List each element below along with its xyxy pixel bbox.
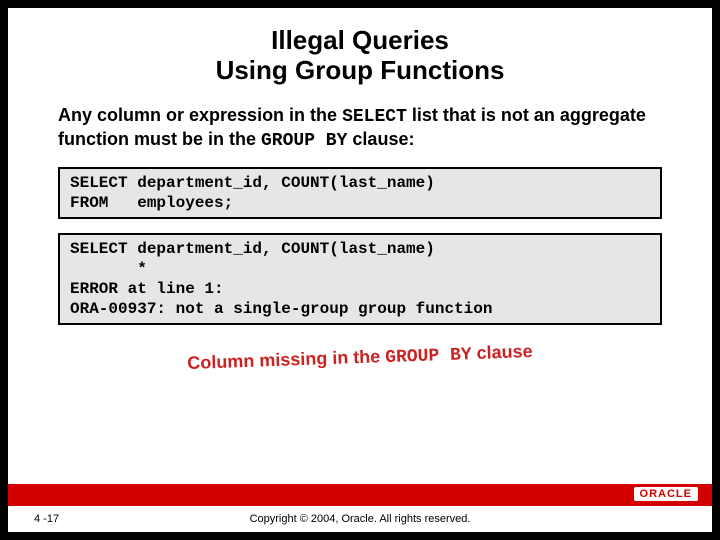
slide: Illegal Queries Using Group Functions An… — [8, 8, 712, 532]
annotation-text: Column missing in the GROUP BY clause — [58, 336, 662, 379]
annotation-pre: Column missing in the — [187, 346, 386, 373]
intro-post: clause: — [347, 129, 414, 149]
intro-text: Any column or expression in the SELECT l… — [58, 104, 662, 153]
slide-title: Illegal Queries Using Group Functions — [8, 8, 712, 86]
oracle-logo: ORACLE — [634, 487, 698, 501]
footer-bar: ORACLE — [8, 484, 712, 506]
code-box-error: SELECT department_id, COUNT(last_name) *… — [58, 233, 662, 325]
code-box-query: SELECT department_id, COUNT(last_name) F… — [58, 167, 662, 219]
keyword-group-by: GROUP BY — [261, 131, 347, 151]
footer-row: 4 -17 Copyright © 2004, Oracle. All righ… — [8, 506, 712, 532]
intro-pre: Any column or expression in the — [58, 105, 342, 125]
annotation-keyword: GROUP BY — [385, 345, 472, 368]
page-number: 4 -17 — [34, 513, 59, 525]
slide-body: Any column or expression in the SELECT l… — [8, 86, 712, 369]
copyright-text: Copyright © 2004, Oracle. All rights res… — [250, 513, 471, 525]
title-line-1: Illegal Queries — [271, 25, 449, 55]
keyword-select: SELECT — [342, 107, 407, 127]
annotation-post: clause — [471, 341, 533, 363]
title-line-2: Using Group Functions — [216, 55, 505, 85]
slide-footer: ORACLE 4 -17 Copyright © 2004, Oracle. A… — [8, 484, 712, 532]
